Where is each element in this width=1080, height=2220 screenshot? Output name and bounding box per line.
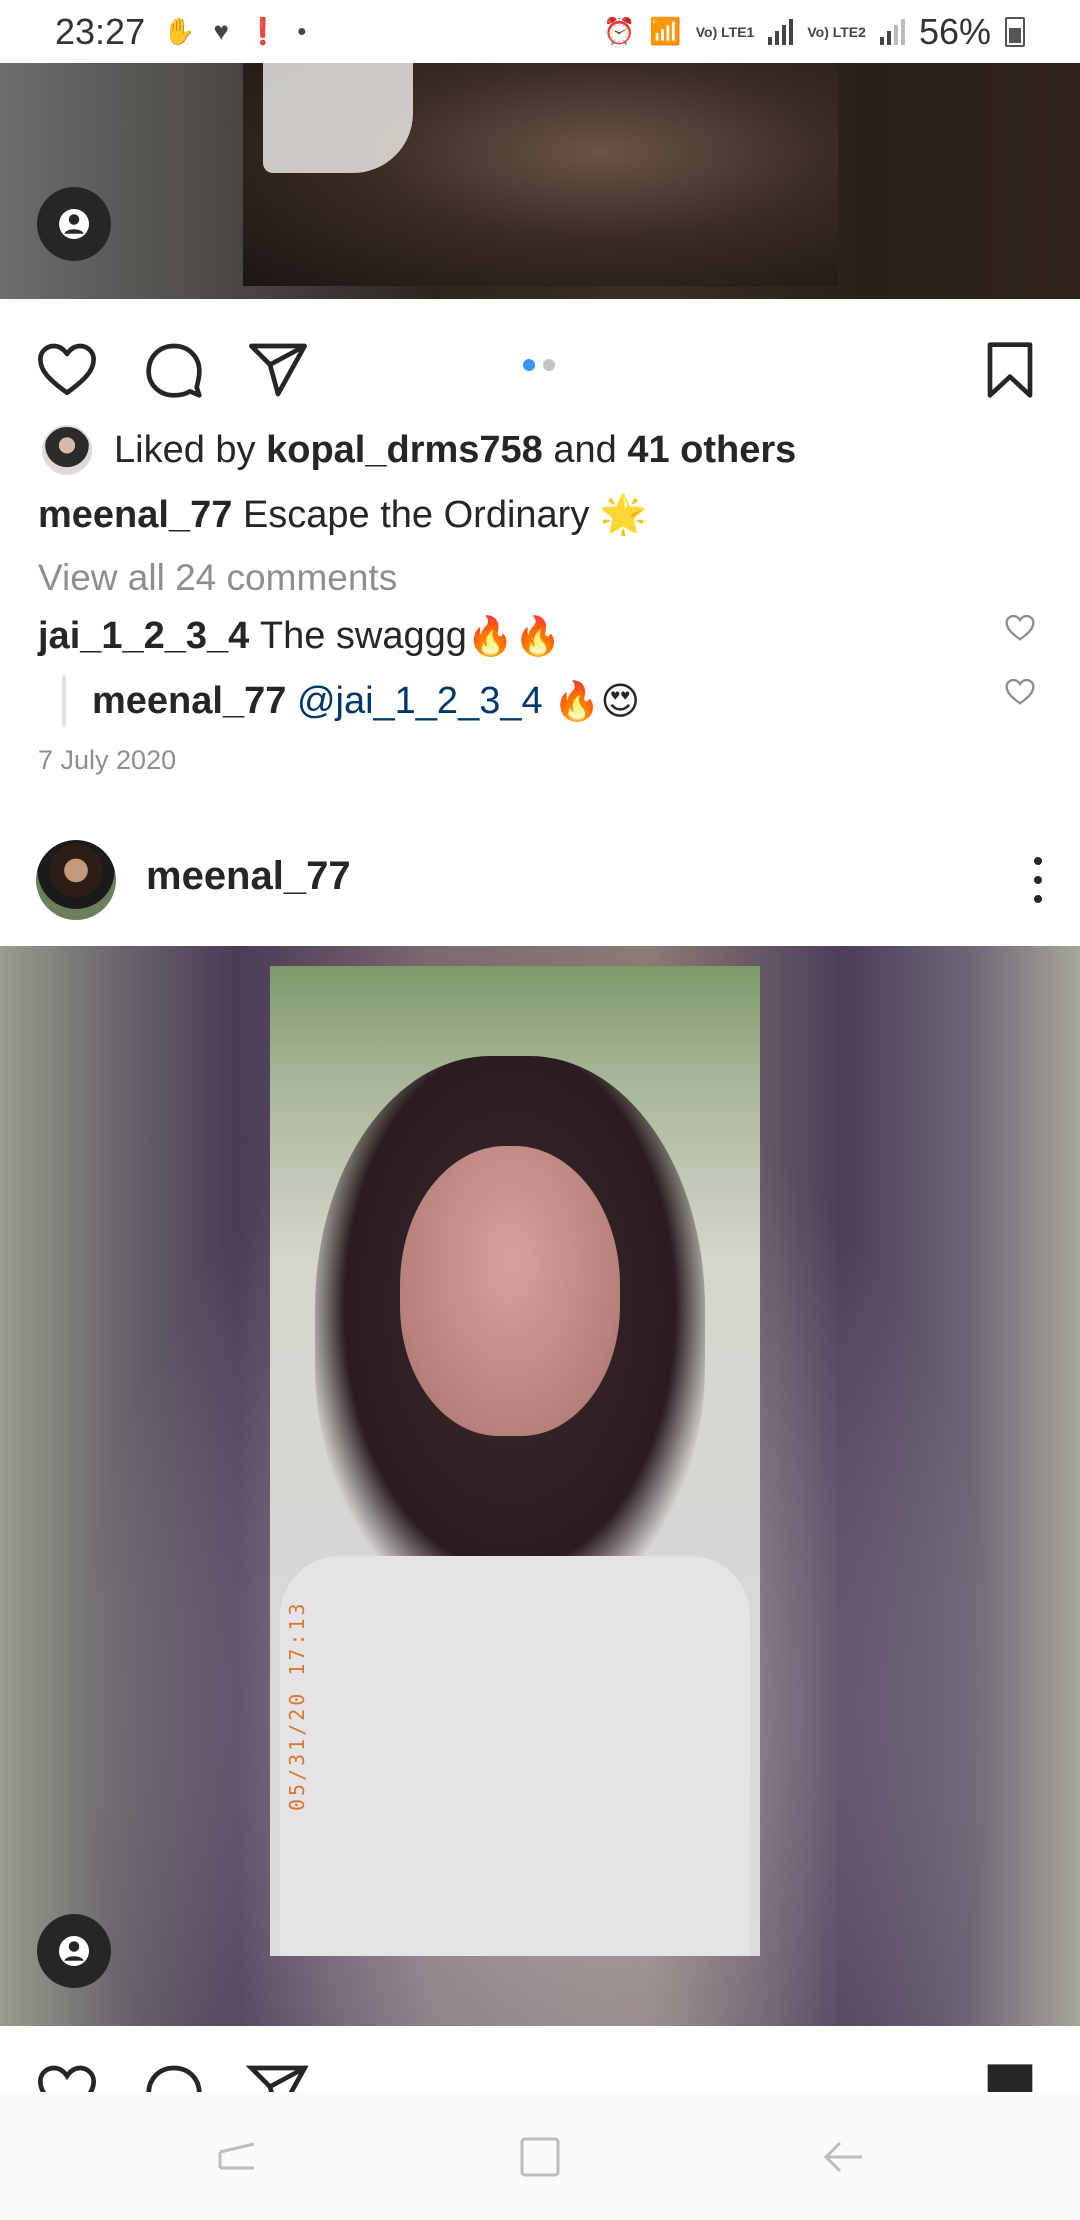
comment-like-heart-icon[interactable] bbox=[1004, 612, 1036, 644]
battery-icon bbox=[1005, 16, 1025, 47]
comment-icon[interactable] bbox=[142, 338, 206, 402]
avatar[interactable] bbox=[36, 840, 116, 920]
comment-emoji: 🔥🔥 bbox=[466, 614, 562, 658]
heart-pulse-icon: ♥ bbox=[213, 16, 229, 46]
reply-like-heart-icon[interactable] bbox=[1004, 676, 1036, 708]
post-2-header: meenal_77 bbox=[0, 830, 1080, 946]
post-1-media[interactable] bbox=[0, 63, 1080, 299]
tagged-users-button[interactable] bbox=[37, 1914, 111, 1988]
liked-by-row[interactable]: Liked by kopal_drms758 and 41 others bbox=[42, 425, 796, 475]
alert-icon: ❗ bbox=[246, 16, 280, 46]
liked-by-user[interactable]: kopal_drms758 bbox=[266, 429, 543, 472]
carousel-indicator bbox=[523, 359, 555, 371]
post-2-media[interactable]: 05/31/20 17:13 bbox=[0, 946, 1080, 2026]
status-left: 23:27 ✋ ♥ ❗ • bbox=[55, 11, 306, 53]
liked-by-others[interactable]: 41 others bbox=[627, 429, 796, 472]
reply-username[interactable]: meenal_77 bbox=[92, 680, 286, 723]
user-icon bbox=[59, 1936, 89, 1966]
signal-icon bbox=[879, 18, 905, 45]
home-icon[interactable] bbox=[515, 2132, 565, 2182]
comment: jai_1_2_3_4 The swaggg 🔥🔥 bbox=[38, 614, 562, 659]
navigation-bar bbox=[0, 2092, 1080, 2220]
back-icon[interactable] bbox=[818, 2132, 868, 2182]
network-2-label: Vo) LTE2 bbox=[807, 23, 866, 40]
network-1-label: Vo) LTE1 bbox=[695, 23, 755, 40]
dot-icon: • bbox=[297, 16, 307, 46]
carousel-dot bbox=[543, 359, 555, 371]
photo-shirt bbox=[280, 1556, 750, 1956]
battery-percent: 56% bbox=[918, 10, 991, 52]
liked-by-middle: and bbox=[553, 428, 617, 471]
post-username[interactable]: meenal_77 bbox=[146, 854, 351, 899]
comment-icon[interactable] bbox=[142, 2060, 206, 2092]
status-time: 23:27 bbox=[55, 10, 146, 52]
share-icon[interactable] bbox=[246, 2060, 310, 2092]
reply-mention[interactable]: @jai_1_2_3_4 bbox=[297, 680, 543, 723]
bookmark-icon[interactable] bbox=[978, 338, 1042, 402]
user-icon bbox=[59, 209, 89, 239]
comment-reply: meenal_77 @jai_1_2_3_4 🔥😍 bbox=[62, 675, 640, 727]
more-options-icon[interactable] bbox=[1032, 857, 1044, 903]
view-all-comments-link[interactable]: View all 24 comments bbox=[38, 557, 397, 599]
carousel-dot-active bbox=[523, 359, 535, 371]
alarm-icon: ⏰ bbox=[603, 16, 636, 46]
caption-username[interactable]: meenal_77 bbox=[38, 494, 232, 536]
like-heart-icon[interactable] bbox=[35, 2060, 99, 2092]
hand-icon: ✋ bbox=[163, 16, 196, 46]
post-2-actions bbox=[0, 2026, 1080, 2092]
liked-by-prefix: Liked by bbox=[114, 428, 256, 471]
comment-username[interactable]: jai_1_2_3_4 bbox=[38, 615, 249, 658]
post-caption: meenal_77 Escape the Ordinary 🌟 bbox=[38, 492, 647, 537]
caption-text: Escape the Ordinary bbox=[242, 494, 590, 536]
caption-emoji: 🌟 bbox=[599, 492, 648, 536]
photo-face bbox=[400, 1146, 620, 1436]
like-heart-icon[interactable] bbox=[35, 338, 99, 402]
post-2-photo: 05/31/20 17:13 bbox=[270, 966, 760, 1956]
post-1-actions bbox=[0, 310, 1080, 410]
comment-text: The swaggg bbox=[259, 615, 467, 657]
status-right: ⏰ 📶 Vo) LTE1 Vo) LTE2 56% bbox=[603, 11, 1025, 53]
tagged-users-button[interactable] bbox=[37, 187, 111, 261]
share-icon[interactable] bbox=[246, 338, 310, 402]
post-1-photo bbox=[243, 63, 838, 286]
photo-date-stamp: 05/31/20 17:13 bbox=[285, 1600, 309, 1811]
reply-emoji: 🔥😍 bbox=[553, 678, 641, 723]
post-date: 7 July 2020 bbox=[38, 745, 177, 775]
wifi-icon: 📶 bbox=[649, 16, 682, 46]
signal-icon bbox=[768, 18, 794, 45]
bookmark-icon[interactable] bbox=[978, 2060, 1042, 2092]
recent-apps-icon[interactable] bbox=[212, 2132, 262, 2182]
avatar bbox=[42, 425, 92, 475]
status-bar: 23:27 ✋ ♥ ❗ • ⏰ 📶 Vo) LTE1 Vo) LTE2 56% bbox=[0, 0, 1080, 63]
